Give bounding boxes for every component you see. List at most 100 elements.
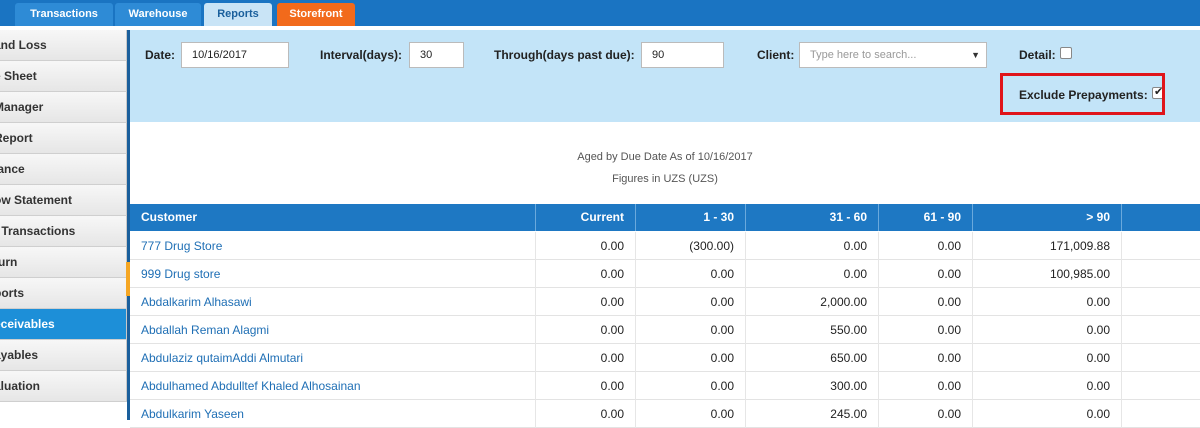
table-row: 777 Drug Store 0.00 (300.00) 0.00 0.00 171,00… [130, 232, 1200, 260]
interval-input[interactable]: 30 [409, 42, 464, 68]
cell-current: 0.00 [536, 316, 636, 344]
column-header-customer[interactable]: Customer [130, 204, 536, 231]
cell-current: 0.00 [536, 260, 636, 288]
customer-link[interactable]: Abdulhamed Abdulltef Khaled Alhosainan [130, 372, 536, 400]
sidebar-item-inventory-valuation[interactable]: aluation [0, 371, 127, 402]
column-header-61-90[interactable]: 61 - 90 [879, 204, 973, 231]
tab-reports[interactable]: Reports [204, 3, 272, 26]
cell-31-60: 550.00 [746, 316, 879, 344]
cell-61-90: 0.00 [879, 260, 973, 288]
date-label: Date: [145, 48, 176, 62]
sidebar-item-label: Report [0, 131, 33, 145]
sidebar-item-label: lance [0, 162, 25, 176]
sidebar-item-manager[interactable]: Manager [0, 92, 127, 123]
cell-61-90: 0.00 [879, 316, 973, 344]
interval-label: Interval(days): [320, 48, 403, 62]
customer-link[interactable]: Abdulkarim Yaseen [130, 400, 536, 428]
column-header-over-90[interactable]: > 90 [973, 204, 1122, 231]
column-header-current[interactable]: Current [536, 204, 636, 231]
cell-over-90: 0.00 [973, 372, 1122, 400]
cell-current: 0.00 [536, 400, 636, 428]
cell-1-30: 0.00 [636, 316, 746, 344]
sidebar-item-label: turn [0, 255, 18, 269]
cell-over-90: 0.00 [973, 400, 1122, 428]
tab-warehouse[interactable]: Warehouse [115, 3, 201, 26]
sidebar-item-label: ow Statement [0, 193, 73, 207]
cell-61-90: 0.00 [879, 400, 973, 428]
cell-1-30: 0.00 [636, 288, 746, 316]
customer-link[interactable]: 999 Drug store [130, 260, 536, 288]
detail-checkbox[interactable] [1060, 47, 1072, 59]
report-title: Aged by Due Date As of 10/16/2017 [577, 151, 753, 163]
sidebar-item-reports[interactable]: ports [0, 278, 127, 309]
cell-31-60: 245.00 [746, 400, 879, 428]
cell-over-90: 100,985.00 [973, 260, 1122, 288]
sidebar-item-label: t Transactions [0, 224, 76, 238]
through-label: Through(days past due): [494, 48, 635, 62]
column-header-1-30[interactable]: 1 - 30 [636, 204, 746, 231]
table-row: Abdulhamed Abdulltef Khaled Alhosainan 0.… [130, 372, 1200, 400]
client-select[interactable]: Type here to search... ▼ [799, 42, 987, 68]
customer-link[interactable]: Abdalkarim Alhasawi [130, 288, 536, 316]
cell-over-90: 0.00 [973, 344, 1122, 372]
cell-current: 0.00 [536, 372, 636, 400]
sidebar-item-tax-return[interactable]: turn [0, 247, 127, 278]
sidebar-item-report[interactable]: Report [0, 123, 127, 154]
highlight-box [1000, 73, 1165, 115]
sidebar-item-label: Manager [0, 100, 44, 114]
table-row: Abdallah Reman Alagmi 0.00 0.00 550.00 0.00 0… [130, 316, 1200, 344]
sidebar-item-label: and Loss [0, 38, 47, 52]
client-label: Client: [757, 48, 795, 62]
table-header: Customer Current 1 - 30 31 - 60 61 - 90 … [130, 204, 1200, 231]
cell-1-30: 0.00 [636, 344, 746, 372]
sidebar-item-profit-and-loss[interactable]: and Loss [0, 30, 127, 61]
cell-over-90: 0.00 [973, 316, 1122, 344]
table-row: Abdulkarim Yaseen 0.00 0.00 245.00 0.00 0.00 [130, 400, 1200, 428]
sidebar-item-label: eceivables [0, 317, 55, 331]
report-subtitle: Figures in UZS (UZS) [612, 173, 718, 185]
cell-31-60: 2,000.00 [746, 288, 879, 316]
cell-current: 0.00 [536, 344, 636, 372]
sidebar-item-balance-sheet[interactable]: e Sheet [0, 61, 127, 92]
cell-current: 0.00 [536, 232, 636, 260]
cell-1-30: 0.00 [636, 400, 746, 428]
date-input[interactable]: 10/16/2017 [181, 42, 289, 68]
table-row: Abdalkarim Alhasawi 0.00 0.00 2,000.00 0.00 0… [130, 288, 1200, 316]
cell-31-60: 650.00 [746, 344, 879, 372]
customer-link[interactable]: Abdulaziz qutaimAddi Almutari [130, 344, 536, 372]
cell-1-30: 0.00 [636, 260, 746, 288]
cell-31-60: 0.00 [746, 260, 879, 288]
tab-storefront[interactable]: Storefront [277, 3, 355, 26]
detail-label: Detail: [1019, 48, 1056, 62]
cell-61-90: 0.00 [879, 372, 973, 400]
cell-61-90: 0.00 [879, 232, 973, 260]
cell-31-60: 0.00 [746, 232, 879, 260]
sidebar-item-account-transactions[interactable]: t Transactions [0, 216, 127, 247]
customer-link[interactable]: Abdallah Reman Alagmi [130, 316, 536, 344]
sidebar-item-label: aluation [0, 379, 41, 393]
sidebar: and Loss e Sheet Manager Report lance ow… [0, 30, 127, 420]
sidebar-item-label: ports [0, 286, 24, 300]
top-nav: Transactions Warehouse Reports Storefron… [0, 0, 1200, 26]
sidebar-item-label: ayables [0, 348, 39, 362]
cell-1-30: 0.00 [636, 372, 746, 400]
table-row: 999 Drug store 0.00 0.00 0.00 0.00 100,985.00 [130, 260, 1200, 288]
customer-link[interactable]: 777 Drug Store [130, 232, 536, 260]
column-header-31-60[interactable]: 31 - 60 [746, 204, 879, 231]
through-input[interactable]: 90 [641, 42, 724, 68]
cell-over-90: 171,009.88 [973, 232, 1122, 260]
sidebar-item-aged-receivables[interactable]: eceivables [0, 309, 127, 340]
cell-current: 0.00 [536, 288, 636, 316]
tab-transactions[interactable]: Transactions [15, 3, 113, 26]
cell-61-90: 0.00 [879, 344, 973, 372]
sidebar-item-cash-flow-statement[interactable]: ow Statement [0, 185, 127, 216]
cell-over-90: 0.00 [973, 288, 1122, 316]
chevron-down-icon: ▼ [971, 50, 980, 60]
cell-31-60: 300.00 [746, 372, 879, 400]
cell-1-30: (300.00) [636, 232, 746, 260]
client-placeholder: Type here to search... [810, 49, 917, 61]
table-row: Abdulaziz qutaimAddi Almutari 0.00 0.00 650… [130, 344, 1200, 372]
sidebar-item-trial-balance[interactable]: lance [0, 154, 127, 185]
cell-61-90: 0.00 [879, 288, 973, 316]
sidebar-item-aged-payables[interactable]: ayables [0, 340, 127, 371]
